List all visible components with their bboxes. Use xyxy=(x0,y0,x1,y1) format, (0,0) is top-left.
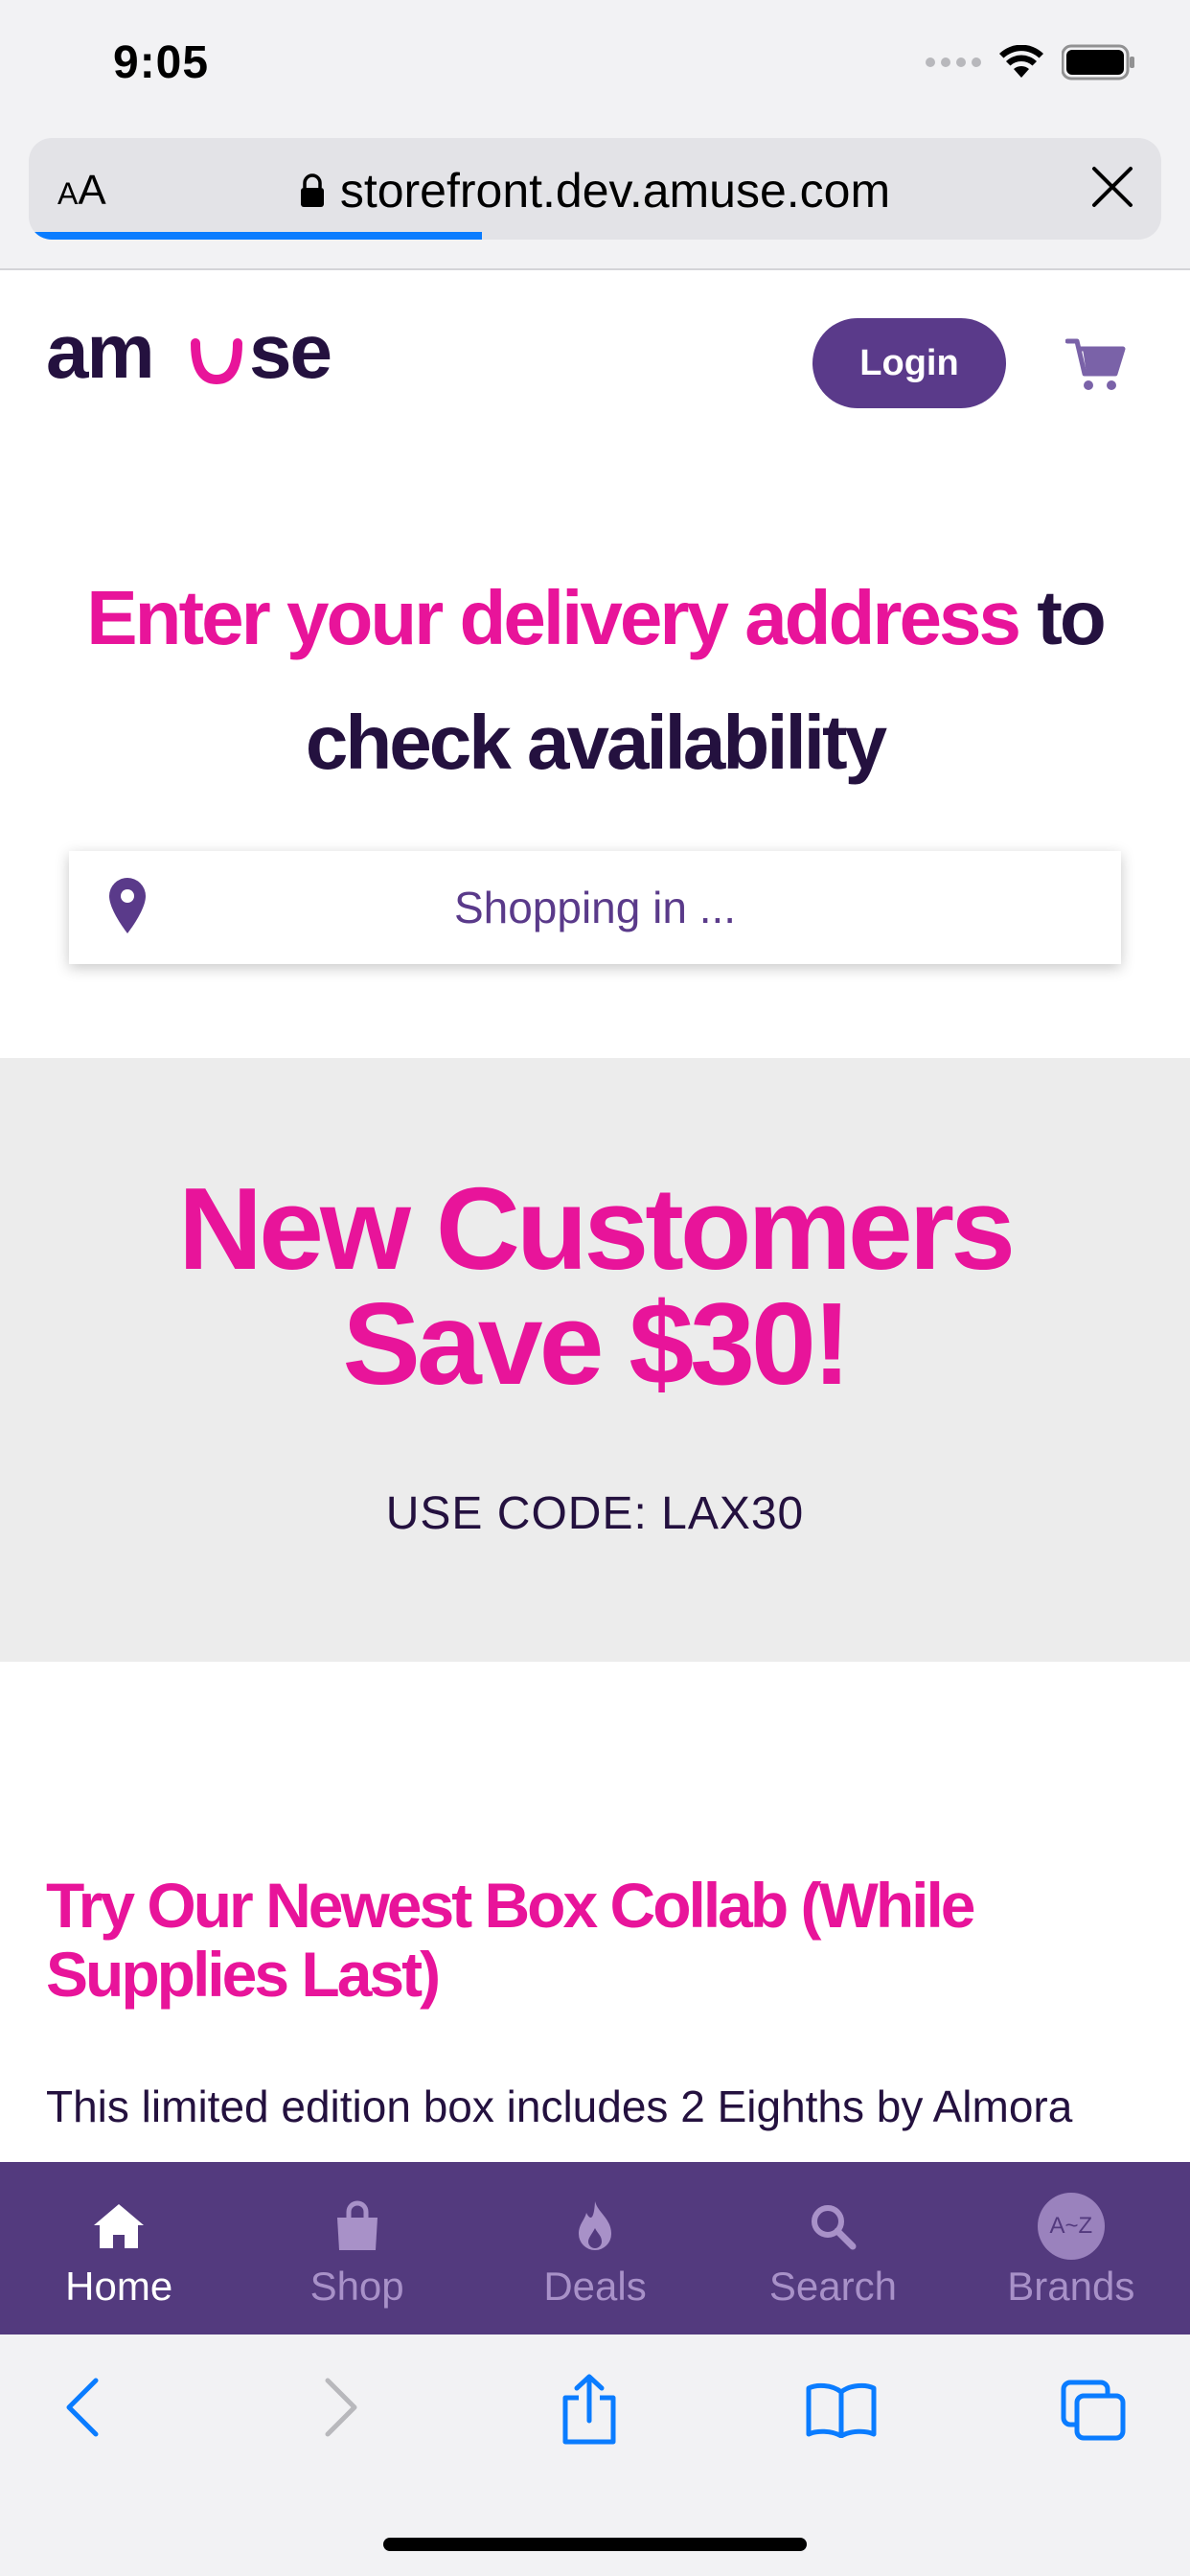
cart-icon[interactable] xyxy=(1065,335,1127,393)
promo-banner: New Customers Save $30! USE CODE: LAX30 xyxy=(0,1058,1190,1662)
share-icon[interactable] xyxy=(560,2373,619,2446)
shopping-bag-icon xyxy=(336,2200,378,2250)
forward-icon[interactable] xyxy=(320,2377,362,2438)
tabs-icon[interactable] xyxy=(1060,2379,1127,2442)
amuse-logo[interactable]: am se xyxy=(46,322,333,391)
promo-code: USE CODE: LAX30 xyxy=(385,1488,805,1539)
address-bar[interactable]: AA storefront.dev.amuse.com xyxy=(29,138,1161,240)
svg-text:se: se xyxy=(249,322,331,391)
url-text: storefront.dev.amuse.com xyxy=(339,164,891,218)
battery-icon xyxy=(1062,44,1134,80)
nav-label: Brands xyxy=(1007,2264,1135,2309)
browser-address-area: AA storefront.dev.amuse.com xyxy=(0,134,1190,270)
a-z-brands-icon: A~Z xyxy=(1037,2193,1105,2260)
nav-brands[interactable]: A~Z Brands xyxy=(952,2162,1190,2334)
collab-title: Try Our Newest Box Collab (While Supplie… xyxy=(46,1870,976,2010)
nav-label: Shop xyxy=(309,2264,404,2309)
site-header: am se Login xyxy=(0,272,1190,454)
nav-label: Search xyxy=(768,2264,897,2309)
nav-label: Home xyxy=(65,2264,173,2309)
nav-shop[interactable]: Shop xyxy=(238,2162,475,2334)
status-time: 9:05 xyxy=(113,37,210,88)
search-icon xyxy=(812,2205,857,2250)
promo-headline-line1: New Customers xyxy=(177,1163,1016,1294)
flame-icon xyxy=(579,2201,612,2250)
svg-text:am: am xyxy=(46,322,153,391)
status-bar: 9:05 xyxy=(0,0,1190,134)
address-placeholder: Shopping in ... xyxy=(453,883,737,932)
nav-label: Deals xyxy=(543,2264,647,2309)
nav-deals[interactable]: Deals xyxy=(476,2162,714,2334)
delivery-heading: Enter your delivery address to check ava… xyxy=(38,556,1152,805)
back-icon[interactable] xyxy=(61,2377,103,2438)
location-pin-icon xyxy=(109,878,146,933)
login-button[interactable]: Login xyxy=(812,318,1006,408)
lock-icon xyxy=(300,173,324,207)
app-bottom-nav: Home Shop Deals Search A~Z Brands xyxy=(0,2162,1190,2334)
home-indicator[interactable] xyxy=(383,2538,807,2551)
close-icon[interactable] xyxy=(1090,165,1134,209)
delivery-address-input[interactable]: Shopping in ... xyxy=(69,851,1121,964)
delivery-heading-highlight: Enter your delivery address xyxy=(86,575,1021,660)
promo-headline-line2: Save $30! xyxy=(342,1278,852,1409)
promo-headline: New Customers Save $30! xyxy=(0,1163,1190,1409)
wifi-icon xyxy=(999,45,1043,78)
nav-home[interactable]: Home xyxy=(0,2162,238,2334)
status-icons xyxy=(926,44,1136,80)
cellular-signal-icon xyxy=(926,58,981,67)
page-load-progress xyxy=(29,232,482,240)
bookmarks-icon[interactable] xyxy=(805,2382,878,2438)
url-display[interactable]: storefront.dev.amuse.com xyxy=(29,163,1161,218)
nav-search[interactable]: Search xyxy=(714,2162,951,2334)
home-icon xyxy=(94,2204,145,2248)
